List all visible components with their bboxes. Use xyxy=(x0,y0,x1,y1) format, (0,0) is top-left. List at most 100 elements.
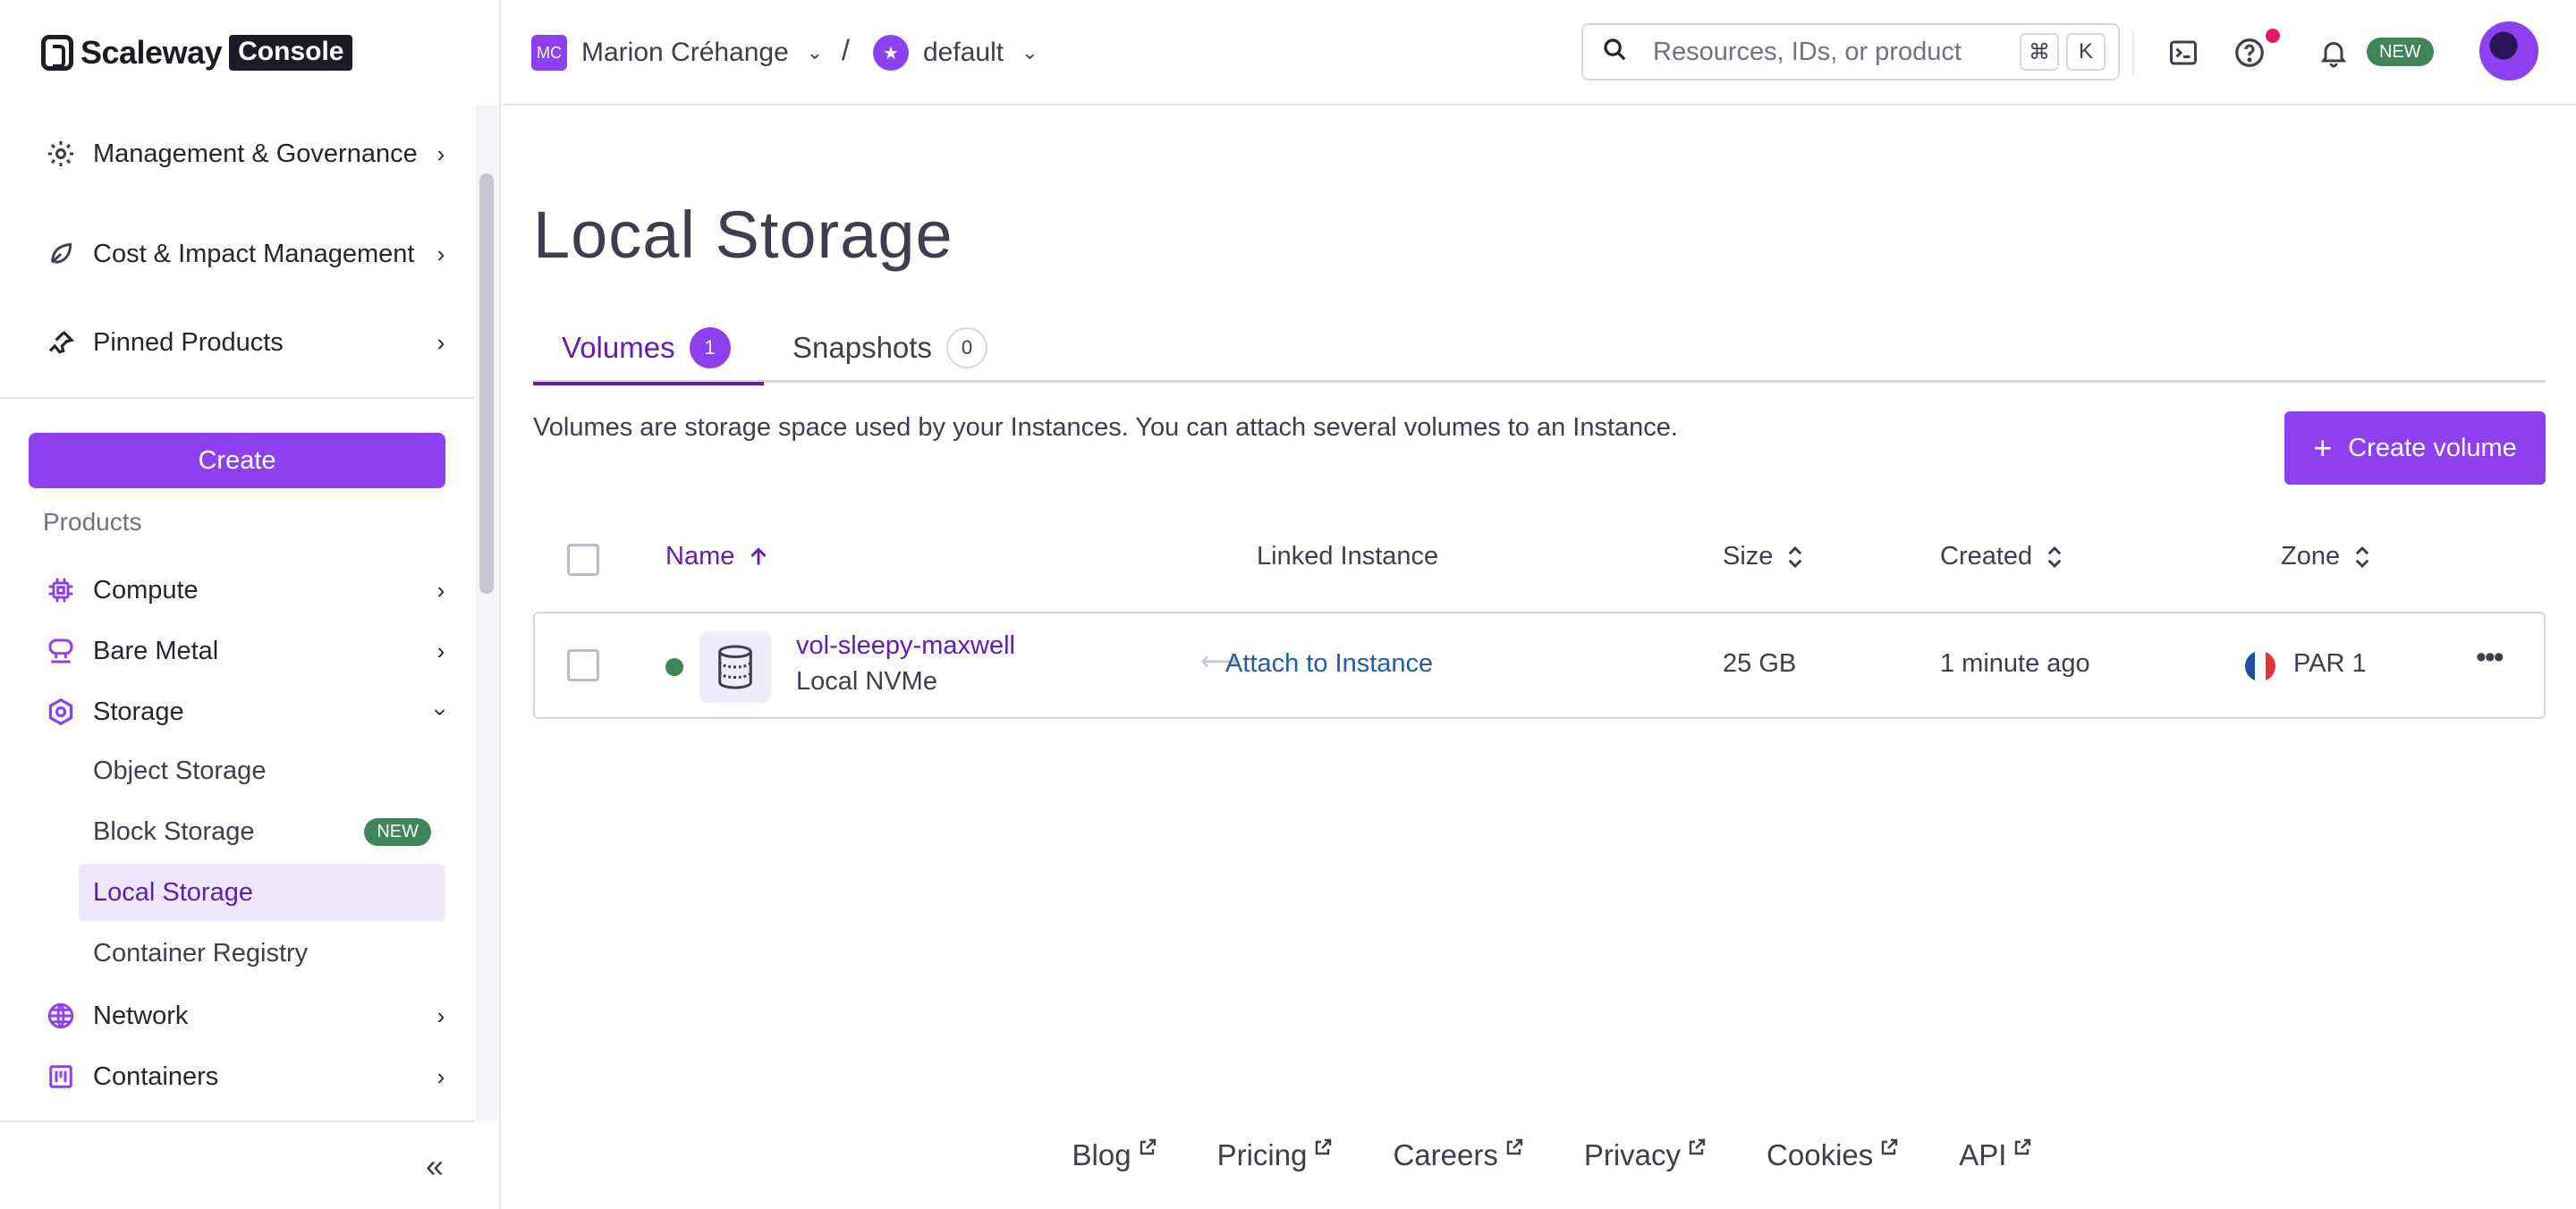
volume-type: Local NVMe xyxy=(796,667,937,696)
organization-name: Marion Créhange xyxy=(581,38,789,67)
shortcut-key-cmd: ⌘ xyxy=(2020,33,2059,71)
collapse-sidebar-icon[interactable]: « xyxy=(426,1147,444,1185)
sidebar-item-label: Container Registry xyxy=(93,938,309,968)
sidebar-item-containers[interactable]: Containers › xyxy=(43,1057,454,1096)
sidebar-item-label: Block Storage xyxy=(93,816,255,846)
checkbox[interactable] xyxy=(567,544,599,576)
footer-link-careers[interactable]: Careers xyxy=(1393,1138,1524,1172)
footer-links: Blog Pricing Careers Privacy Cookies API xyxy=(503,1138,2576,1172)
gear-icon xyxy=(43,136,79,172)
chevron-right-icon: › xyxy=(436,328,445,356)
create-button[interactable]: Create xyxy=(29,433,445,488)
sidebar-item-block-storage[interactable]: Block Storage NEW xyxy=(79,803,445,860)
sidebar-item-pinned-products[interactable]: Pinned Products › xyxy=(43,318,454,367)
tabs: Volumes 1 Snapshots 0 xyxy=(533,313,2546,385)
scaleway-logo[interactable]: Scaleway Console xyxy=(41,32,353,73)
sidebar-item-cost-impact[interactable]: Cost & Impact Management › xyxy=(43,218,454,290)
tab-label: Snapshots xyxy=(792,331,932,364)
france-flag-icon xyxy=(2245,651,2275,681)
tab-snapshots[interactable]: Snapshots 0 xyxy=(792,313,987,383)
sort-icon xyxy=(2047,545,2062,568)
topbar-separator xyxy=(2132,30,2134,75)
sidebar-item-compute[interactable]: Compute › xyxy=(43,571,454,610)
brand-name: Scaleway xyxy=(80,34,223,71)
sidebar: Scaleway Console Management & Governance… xyxy=(0,0,501,1209)
volume-name-link[interactable]: vol-sleepy-maxwell xyxy=(796,631,1015,661)
sidebar-item-bare-metal[interactable]: Bare Metal › xyxy=(43,631,454,671)
sidebar-item-label: Management & Governance xyxy=(93,140,418,168)
page-description: Volumes are storage space used by your I… xyxy=(533,413,1678,442)
column-header-size[interactable]: Size xyxy=(1723,542,1805,571)
select-all-checkbox[interactable] xyxy=(567,544,599,576)
create-volume-button[interactable]: + Create volume xyxy=(2284,411,2546,485)
external-link-icon xyxy=(1506,1138,1523,1155)
footer-link-api[interactable]: API xyxy=(1959,1138,2033,1172)
container-icon xyxy=(43,1059,79,1095)
project-selector[interactable]: ★ default ⌄ xyxy=(873,35,1038,71)
search-icon xyxy=(1601,36,1633,68)
tab-count-badge: 0 xyxy=(945,327,987,368)
sidebar-item-label: Compute xyxy=(93,576,199,604)
footer-link-label: API xyxy=(1959,1138,2007,1171)
column-header-zone[interactable]: Zone xyxy=(2281,542,2372,571)
new-features-badge[interactable]: NEW xyxy=(2367,38,2434,66)
volume-icon xyxy=(699,631,771,703)
row-checkbox[interactable] xyxy=(567,649,599,681)
chevron-right-icon: › xyxy=(436,1062,445,1090)
external-link-icon xyxy=(2015,1138,2031,1155)
footer-link-blog[interactable]: Blog xyxy=(1072,1138,1158,1172)
create-volume-label: Create volume xyxy=(2348,433,2517,462)
sidebar-item-management-governance[interactable]: Management & Governance › xyxy=(43,118,454,190)
sidebar-item-container-registry[interactable]: Container Registry xyxy=(79,925,445,982)
footer-link-label: Blog xyxy=(1072,1138,1131,1171)
shortcut-key-k: K xyxy=(2066,33,2106,71)
external-link-icon xyxy=(1140,1138,1156,1155)
user-avatar[interactable] xyxy=(2479,21,2538,80)
hexagon-icon xyxy=(43,694,79,730)
plus-icon: + xyxy=(2313,429,2333,466)
column-header-created[interactable]: Created xyxy=(1940,542,2064,571)
page-title: Local Storage xyxy=(533,198,953,272)
sidebar-scrollbar-thumb[interactable] xyxy=(479,173,494,594)
chevron-right-icon: › xyxy=(436,576,445,604)
sidebar-item-label: Pinned Products xyxy=(93,328,284,357)
organization-selector[interactable]: MC Marion Créhange ⌄ xyxy=(531,35,823,71)
table-row[interactable]: vol-sleepy-maxwell Local NVMe ⟷ Attach t… xyxy=(533,612,2546,719)
sidebar-item-local-storage[interactable]: Local Storage xyxy=(79,864,445,921)
volume-size: 25 GB xyxy=(1723,649,1797,678)
column-label: Name xyxy=(665,542,735,571)
chevron-down-icon: ⌄ xyxy=(806,41,824,63)
column-header-name[interactable]: Name xyxy=(665,542,770,571)
column-label: Zone xyxy=(2281,542,2341,571)
chevron-down-icon: › xyxy=(428,707,455,716)
attach-to-instance-link[interactable]: Attach to Instance xyxy=(1225,649,1433,679)
app-root: Scaleway Console Management & Governance… xyxy=(0,0,2576,1209)
column-label: Size xyxy=(1723,542,1774,571)
tab-count-badge: 1 xyxy=(689,327,731,368)
terminal-icon[interactable] xyxy=(2165,34,2202,72)
organization-avatar: MC xyxy=(531,35,567,71)
footer-link-pricing[interactable]: Pricing xyxy=(1217,1138,1335,1172)
tab-volumes[interactable]: Volumes 1 xyxy=(533,313,764,385)
search-bar[interactable]: ⌘ K xyxy=(1581,23,2120,80)
footer-link-privacy[interactable]: Privacy xyxy=(1584,1138,1707,1172)
bell-icon[interactable] xyxy=(2315,34,2352,72)
breadcrumb-separator: / xyxy=(842,34,850,66)
sidebar-item-label: Storage xyxy=(93,698,184,726)
chevron-down-icon: ⌄ xyxy=(1021,41,1038,63)
sort-icon xyxy=(1789,545,1802,568)
sidebar-item-network[interactable]: Network › xyxy=(43,996,454,1036)
help-icon[interactable] xyxy=(2231,34,2268,72)
pin-icon xyxy=(43,325,79,360)
more-actions-icon[interactable]: ••• xyxy=(2476,640,2504,675)
sidebar-item-label: Bare Metal xyxy=(93,637,219,665)
sidebar-item-object-storage[interactable]: Object Storage xyxy=(79,742,445,799)
sidebar-item-storage[interactable]: Storage › xyxy=(43,692,455,731)
status-indicator xyxy=(665,658,683,676)
column-label: Linked Instance xyxy=(1257,542,1439,571)
brand-badge: Console xyxy=(229,35,353,71)
footer-link-cookies[interactable]: Cookies xyxy=(1767,1138,1900,1172)
products-section-label: Products xyxy=(43,508,142,536)
search-input[interactable] xyxy=(1653,37,2012,67)
new-badge: NEW xyxy=(364,817,431,846)
